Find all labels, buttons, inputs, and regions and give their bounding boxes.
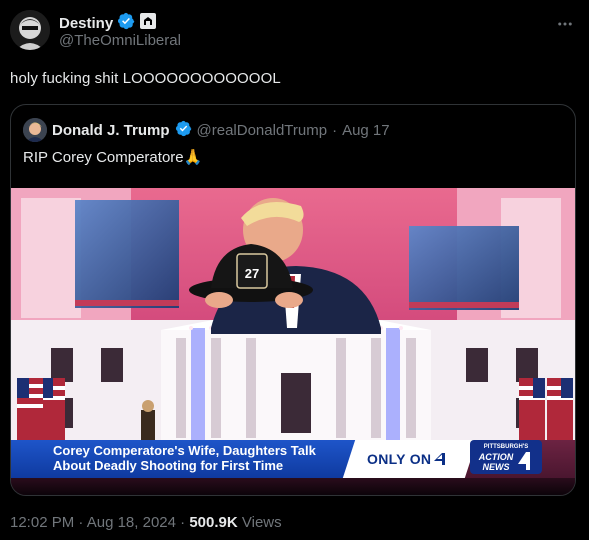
quoted-text: RIP Corey Comperatore🙏 [23,149,203,166]
action-news-logo: PITTSBURGH'S ACTION NEWS [466,436,546,478]
tweet-meta: 12:02 PM · Aug 18, 2024 · 500.9K Views [10,514,282,531]
quoted-handle: @realDonaldTrump [196,121,328,139]
news-banner: Corey Comperatore's Wife, Daughters Talk… [11,440,361,478]
only-on-text: ONLY ON [367,451,432,467]
quoted-header: Donald J. Trump @realDonaldTrump · Aug 1… [23,118,390,142]
tweet-date[interactable]: Aug 18, 2024 [87,514,176,531]
meta-separator: · [78,514,84,531]
news-lower-third: Corey Comperatore's Wife, Daughters Talk… [11,440,575,478]
author-avatar[interactable] [10,10,50,50]
author-display-name[interactable]: Destiny [59,15,113,32]
channel-4-glyph [433,451,447,467]
channel-mid-text: ACTION [478,452,514,462]
quoted-tweet[interactable]: Donald J. Trump @realDonaldTrump · Aug 1… [10,104,576,496]
views-label: Views [241,514,282,531]
tweet-time[interactable]: 12:02 PM [10,514,74,531]
more-horizontal-icon[interactable] [555,14,575,34]
quoted-verified-badge-icon [175,120,192,141]
quoted-date: Aug 17 [342,121,390,139]
meta-separator-2: · [180,514,186,531]
quoted-author-avatar [23,118,47,142]
channel-top-text: PITTSBURGH'S [484,444,528,450]
news-banner-line1: Corey Comperatore's Wife, Daughters Talk [53,443,316,458]
news-banner-text: Corey Comperatore's Wife, Daughters Talk… [53,443,363,473]
tweet-text: holy fucking shit LOOOOOOOOOOOOL [10,70,281,87]
views-count: 500.9K [189,514,238,531]
quoted-display-name: Donald J. Trump [52,121,170,139]
quoted-media-image[interactable]: 27 Corey Comperatore's Wife, Daughters T… [11,188,575,495]
tweet-header: Destiny @TheOmniLiberal [10,10,579,50]
author-handle[interactable]: @TheOmniLiberal [59,32,181,49]
channel-bottom-text: NEWS [483,462,510,472]
news-banner-line2: About Deadly Shooting for First Time [53,458,284,473]
helmet-number: 27 [245,266,259,281]
only-on-label: ONLY ON [367,451,447,467]
quoted-separator: · [332,121,338,139]
